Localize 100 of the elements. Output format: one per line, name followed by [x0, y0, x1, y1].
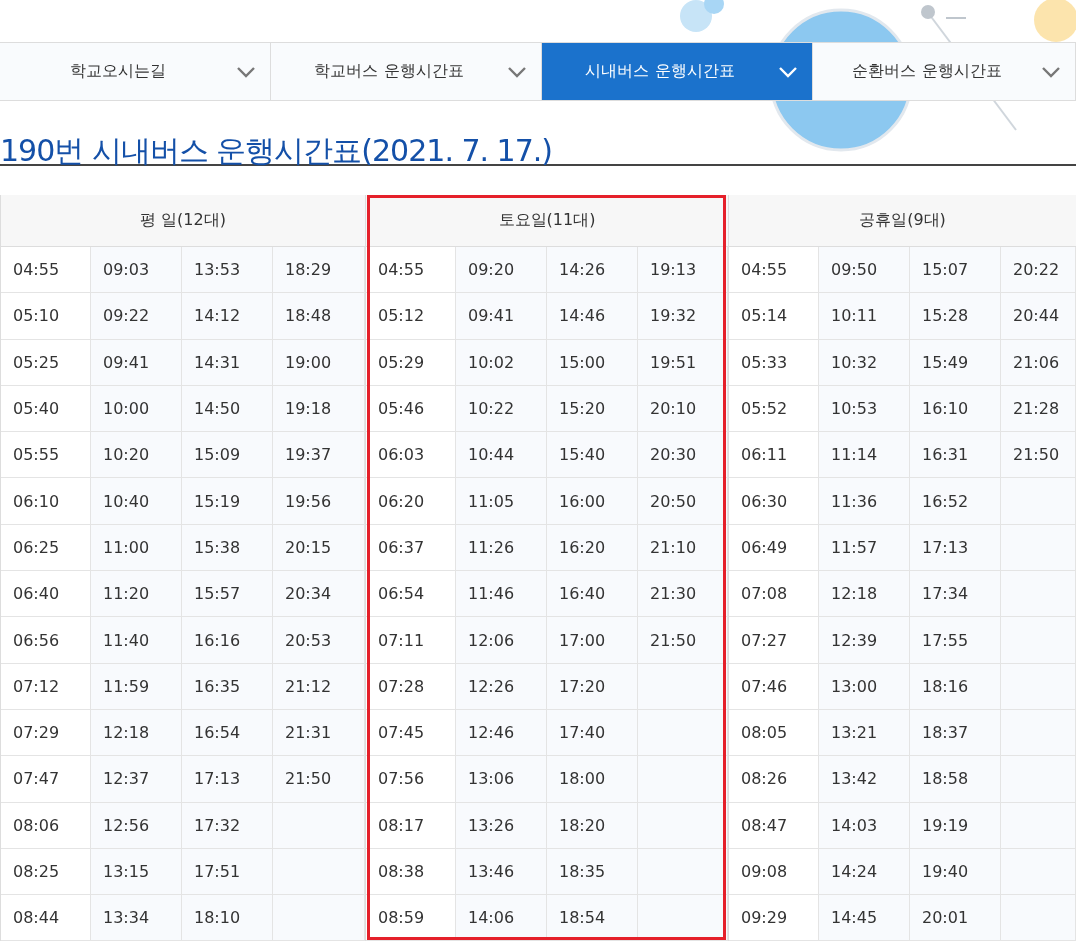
- table-cell: 20:50: [638, 478, 728, 525]
- table-cell: 09:50: [819, 247, 910, 294]
- table-cell: 14:45: [819, 895, 910, 942]
- table-cell: 18:16: [910, 663, 1001, 710]
- table-cell: 15:28: [910, 293, 1001, 340]
- table-cell: 19:19: [910, 802, 1001, 849]
- table-cell: 11:40: [91, 617, 182, 664]
- table-cell: 10:40: [91, 478, 182, 525]
- table-cell: 21:06: [1001, 339, 1076, 386]
- table-cell: 15:49: [910, 339, 1001, 386]
- table-cell: 11:20: [91, 571, 182, 618]
- table-cell: 19:40: [910, 848, 1001, 896]
- table-cell: 09:41: [456, 293, 547, 340]
- table-cell: 11:14: [819, 432, 910, 479]
- column-header: 평 일(12대): [1, 195, 365, 247]
- table-cell: 18:54: [547, 895, 638, 942]
- table-cell: 09:22: [91, 293, 182, 340]
- table-cell: 11:57: [819, 524, 910, 572]
- table-cell: 18:48: [273, 293, 365, 340]
- table-cell: 16:20: [547, 524, 638, 572]
- table-cell: 14:03: [819, 802, 910, 849]
- chevron-down-icon: [507, 65, 527, 78]
- table-cell: 11:59: [91, 663, 182, 710]
- tab[interactable]: 시내버스 운행시간표: [542, 43, 813, 100]
- table-cell: 20:34: [273, 571, 365, 618]
- table-cell: 15:19: [182, 478, 273, 525]
- table-cell: 18:20: [547, 802, 638, 849]
- table-cell: 21:28: [1001, 385, 1076, 433]
- table-cell: 21:31: [273, 709, 365, 757]
- table-cell: 16:54: [182, 709, 273, 757]
- table-cell: 09:41: [91, 339, 182, 386]
- table-cell: 17:51: [182, 848, 273, 896]
- table-cell: 12:56: [91, 802, 182, 849]
- table-cell: 15:00: [547, 339, 638, 386]
- table-cell: 10:00: [91, 385, 182, 433]
- table-cell: 16:52: [910, 478, 1001, 525]
- table-cell: 16:35: [182, 663, 273, 710]
- table-cell: 15:20: [547, 385, 638, 433]
- table-cell: 20:53: [273, 617, 365, 664]
- table-cell: 15:09: [182, 432, 273, 479]
- table-cell: 16:31: [910, 432, 1001, 479]
- table-cell: 10:20: [91, 432, 182, 479]
- table-cell: 10:53: [819, 385, 910, 433]
- table-cell: 20:44: [1001, 293, 1076, 340]
- table-cell: 10:32: [819, 339, 910, 386]
- table-cell: 13:53: [182, 247, 273, 294]
- table-cell: 18:58: [910, 756, 1001, 803]
- table-cell: 14:12: [182, 293, 273, 340]
- table-cell: 15:07: [910, 247, 1001, 294]
- table-cell: 17:13: [182, 756, 273, 803]
- table-cell: 10:11: [819, 293, 910, 340]
- table-cell: 13:34: [91, 895, 182, 942]
- table-cell: 12:06: [456, 617, 547, 664]
- table-cell: 12:46: [456, 709, 547, 757]
- table-cell: 21:50: [1001, 432, 1076, 479]
- table-cell: 19:37: [273, 432, 365, 479]
- table-cell: 16:10: [910, 385, 1001, 433]
- table-cell: 19:13: [638, 247, 728, 294]
- table-cell: 19:32: [638, 293, 728, 340]
- table-cell: 13:15: [91, 848, 182, 896]
- table-cell: 12:18: [91, 709, 182, 757]
- table-cell: 12:26: [456, 663, 547, 710]
- table-cell: 11:46: [456, 571, 547, 618]
- table-cell: 10:44: [456, 432, 547, 479]
- column-header: 토요일(11대): [366, 195, 728, 247]
- table-cell: 16:40: [547, 571, 638, 618]
- table-cell: 18:29: [273, 247, 365, 294]
- table-cell: 14:24: [819, 848, 910, 896]
- table-cell: 17:13: [910, 524, 1001, 572]
- table-cell: 11:26: [456, 524, 547, 572]
- table-cell: 14:31: [182, 339, 273, 386]
- table-cell: 16:00: [547, 478, 638, 525]
- table-cell: 12:39: [819, 617, 910, 664]
- chevron-down-icon: [1041, 65, 1061, 78]
- column-header: 공휴일(9대): [729, 195, 1076, 247]
- table-cell: 14:50: [182, 385, 273, 433]
- table-cell: 09:03: [91, 247, 182, 294]
- table-cell: 12:37: [91, 756, 182, 803]
- table-cell: 17:20: [547, 663, 638, 710]
- table-cell: 19:18: [273, 385, 365, 433]
- table-cell: 13:42: [819, 756, 910, 803]
- table-cell: 18:35: [547, 848, 638, 896]
- table-cell: 13:26: [456, 802, 547, 849]
- table-cell: 09:20: [456, 247, 547, 294]
- table-cell: 20:22: [1001, 247, 1076, 294]
- table-cell: 18:10: [182, 895, 273, 942]
- table-cell: 14:06: [456, 895, 547, 942]
- table-cell: 20:15: [273, 524, 365, 572]
- table-cell: 13:21: [819, 709, 910, 757]
- table-cell: 15:38: [182, 524, 273, 572]
- table-cell: 10:02: [456, 339, 547, 386]
- table-cell: 21:30: [638, 571, 728, 618]
- table-cell: 11:05: [456, 478, 547, 525]
- table-cell: 11:00: [91, 524, 182, 572]
- page-title: 190번 시내버스 운행시간표(2021. 7. 17.): [0, 101, 1076, 166]
- table-cell: 18:37: [910, 709, 1001, 757]
- table-cell: 19:00: [273, 339, 365, 386]
- table-cell: 11:36: [819, 478, 910, 525]
- table-cell: 17:40: [547, 709, 638, 757]
- table-cell: 20:10: [638, 385, 728, 433]
